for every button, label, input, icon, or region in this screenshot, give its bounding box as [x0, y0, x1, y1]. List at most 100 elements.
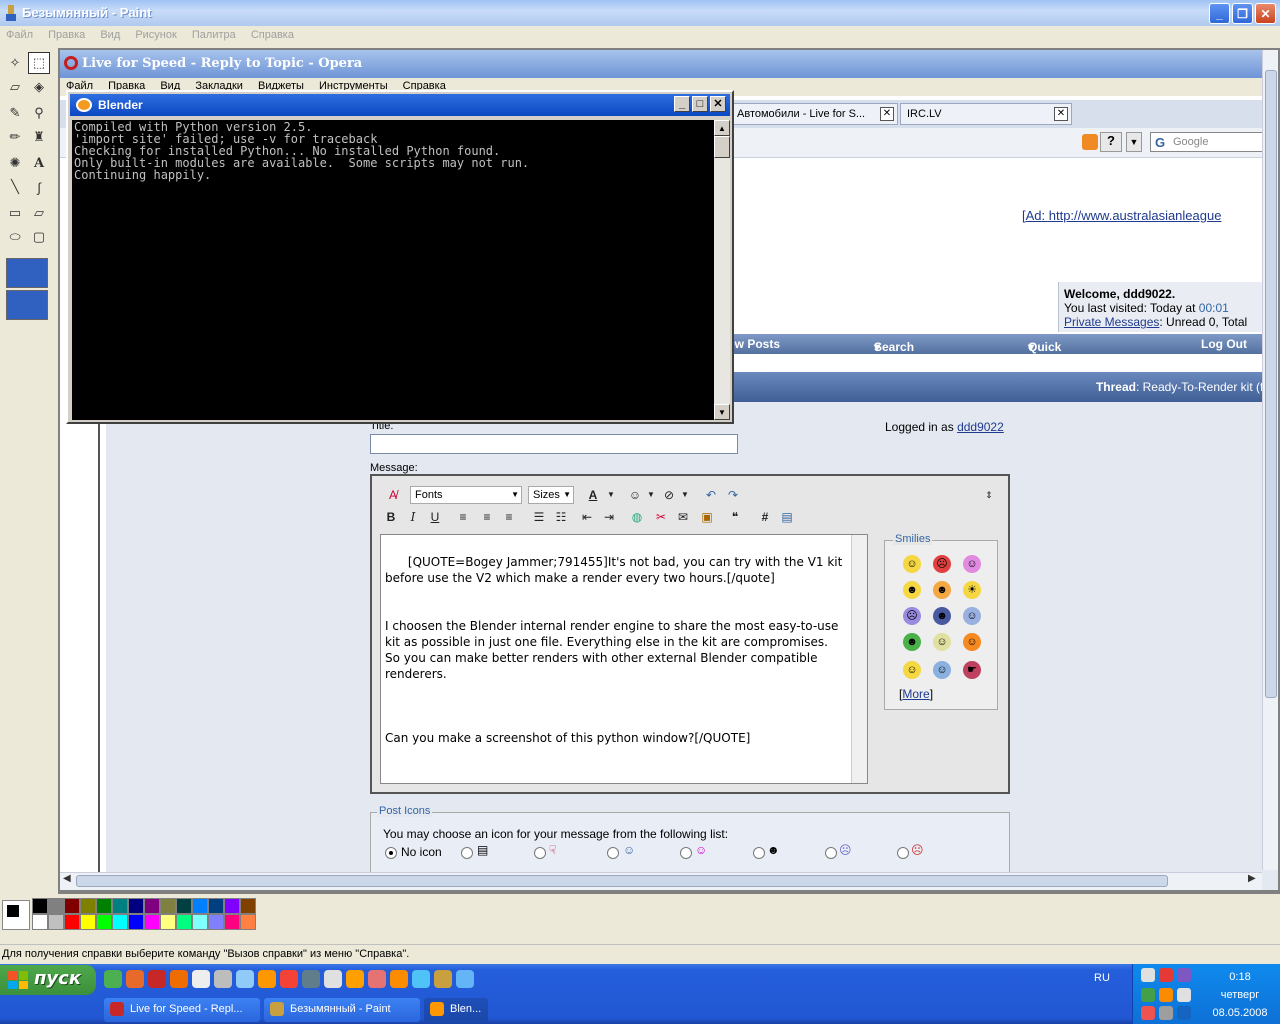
unordered-list-icon[interactable]: ☷	[552, 508, 570, 526]
palette-swatch[interactable]	[112, 898, 128, 914]
remove-format-icon[interactable]: A̸	[384, 486, 402, 504]
radio-post-icon[interactable]	[897, 847, 909, 859]
firefox-icon[interactable]	[390, 970, 408, 988]
scroll-up-icon[interactable]: ▲	[714, 120, 730, 136]
fill-tool-icon[interactable]: ◈	[28, 76, 50, 98]
task-paint[interactable]: Безымянный - Paint	[264, 998, 420, 1022]
rolleyes-icon[interactable]: ☺	[933, 661, 951, 679]
tab-irc-lv[interactable]: IRC.LV ✕	[900, 103, 1072, 125]
palette-swatch[interactable]	[48, 914, 64, 930]
tray-volume-icon[interactable]	[1177, 1006, 1191, 1020]
wink-icon[interactable]: ☺	[903, 661, 921, 679]
palette-swatch[interactable]	[144, 898, 160, 914]
search-input[interactable]: G Google	[1150, 132, 1278, 152]
color-picker-tool-icon[interactable]: ✎	[4, 102, 26, 124]
console-scrollbar[interactable]: ▲ ▼	[714, 120, 730, 420]
tool-icon[interactable]	[302, 970, 320, 988]
glass-icon[interactable]	[236, 970, 254, 988]
palette-swatch[interactable]	[80, 898, 96, 914]
scroll-left-icon[interactable]: ◀	[63, 873, 71, 884]
palette-swatch[interactable]	[208, 898, 224, 914]
redface-icon[interactable]: ☺	[963, 633, 981, 651]
palette-swatch[interactable]	[128, 914, 144, 930]
tab-automobiles[interactable]: Автомобили - Live for S... ✕	[730, 103, 898, 125]
palette-swatch[interactable]	[176, 914, 192, 930]
php-code-icon[interactable]: ▤	[778, 508, 796, 526]
cool-icon[interactable]: ☻	[903, 581, 921, 599]
radio-post-icon[interactable]	[607, 847, 619, 859]
redo-icon[interactable]: ↷	[724, 486, 742, 504]
close-button[interactable]: ✕	[710, 96, 726, 112]
tray-media-icon[interactable]	[1159, 988, 1173, 1002]
minimize-button[interactable]: _	[674, 96, 690, 112]
text-tool-icon[interactable]: A	[28, 152, 50, 174]
opaque-option-icon[interactable]	[6, 290, 48, 320]
curve-tool-icon[interactable]: ∫	[28, 176, 50, 198]
confused-icon[interactable]: ☺	[963, 555, 981, 573]
eraser-tool-icon[interactable]: ▱	[4, 76, 26, 98]
palette-swatch[interactable]	[224, 898, 240, 914]
palette-swatch[interactable]	[64, 898, 80, 914]
close-icon[interactable]: ✕	[880, 107, 894, 121]
app-icon[interactable]	[346, 970, 364, 988]
airbrush-tool-icon[interactable]: ✺	[4, 152, 26, 174]
network-icon[interactable]	[368, 970, 386, 988]
chevron-down-icon[interactable]: ▼	[602, 486, 620, 504]
resize-icon[interactable]: ⇕	[980, 486, 998, 504]
italic-icon[interactable]: I	[404, 508, 422, 526]
outdent-icon[interactable]: ⇤	[578, 508, 596, 526]
text-color-icon[interactable]: A	[584, 486, 602, 504]
tray-network-icon[interactable]	[1141, 968, 1155, 982]
nav-new-posts[interactable]: ew Posts	[728, 337, 780, 351]
magnifier-tool-icon[interactable]: ⚲	[28, 102, 50, 124]
more-smilies-link[interactable]: More	[902, 687, 929, 701]
bold-icon[interactable]: B	[382, 508, 400, 526]
utorrent-icon[interactable]	[104, 970, 122, 988]
rect-select-tool-icon[interactable]: ⬚	[28, 52, 50, 74]
blender-titlebar[interactable]: Blender _ □ ✕	[70, 94, 730, 116]
thumbs-up-icon[interactable]: ☺	[963, 607, 981, 625]
menu-palette[interactable]: Палитра	[186, 26, 242, 44]
chevron-down-icon[interactable]: ▼	[642, 486, 660, 504]
palette-swatch[interactable]	[32, 898, 48, 914]
quote-icon[interactable]: ❝	[726, 508, 744, 526]
palette-swatch[interactable]	[240, 898, 256, 914]
email-icon[interactable]: ✉	[674, 508, 692, 526]
task-blender[interactable]: Blen...	[424, 998, 488, 1022]
unlink-icon[interactable]: ✂	[652, 508, 670, 526]
maximize-button[interactable]: □	[692, 96, 708, 112]
help-icon[interactable]: ?	[1100, 132, 1122, 152]
ad-link[interactable]: [Ad: http://www.australasianleague	[1022, 208, 1221, 223]
opera-icon[interactable]	[148, 970, 166, 988]
maximize-button[interactable]: ❐	[1232, 3, 1253, 24]
thumb-icon[interactable]: ☛	[963, 661, 981, 679]
scroll-right-icon[interactable]: ▶	[1248, 873, 1256, 884]
sick-icon[interactable]: ☻	[903, 633, 921, 651]
brush-tool-icon[interactable]: ♜	[28, 126, 50, 148]
align-center-icon[interactable]: ≡	[478, 508, 496, 526]
palette-swatch[interactable]	[160, 914, 176, 930]
close-icon[interactable]: ✕	[1054, 107, 1068, 121]
sunglasses-icon[interactable]: ☻	[933, 581, 951, 599]
link-icon[interactable]: ◍	[628, 508, 646, 526]
palette-swatch[interactable]	[208, 914, 224, 930]
private-messages-link[interactable]: Private Messages	[1064, 315, 1159, 329]
opera-horizontal-scrollbar[interactable]: ◀ ▶	[60, 872, 1262, 890]
palette-swatch[interactable]	[240, 914, 256, 930]
frown-icon[interactable]: ☹	[903, 607, 921, 625]
eek-icon[interactable]: ☻	[933, 607, 951, 625]
indent-icon[interactable]: ⇥	[600, 508, 618, 526]
palette-swatch[interactable]	[144, 914, 160, 930]
title-input[interactable]	[370, 434, 738, 454]
palette-swatch[interactable]	[80, 914, 96, 930]
align-right-icon[interactable]: ≡	[500, 508, 518, 526]
scroll-down-icon[interactable]: ▼	[714, 404, 730, 420]
mad-icon[interactable]: ☹	[933, 555, 951, 573]
palette-swatch[interactable]	[128, 898, 144, 914]
console-icon[interactable]	[324, 970, 342, 988]
transparent-option-icon[interactable]	[6, 258, 48, 288]
tray-utorrent-icon[interactable]	[1141, 988, 1155, 1002]
current-colors[interactable]	[2, 900, 30, 930]
palette-swatch[interactable]	[112, 914, 128, 930]
rectangle-tool-icon[interactable]: ▭	[4, 202, 26, 224]
